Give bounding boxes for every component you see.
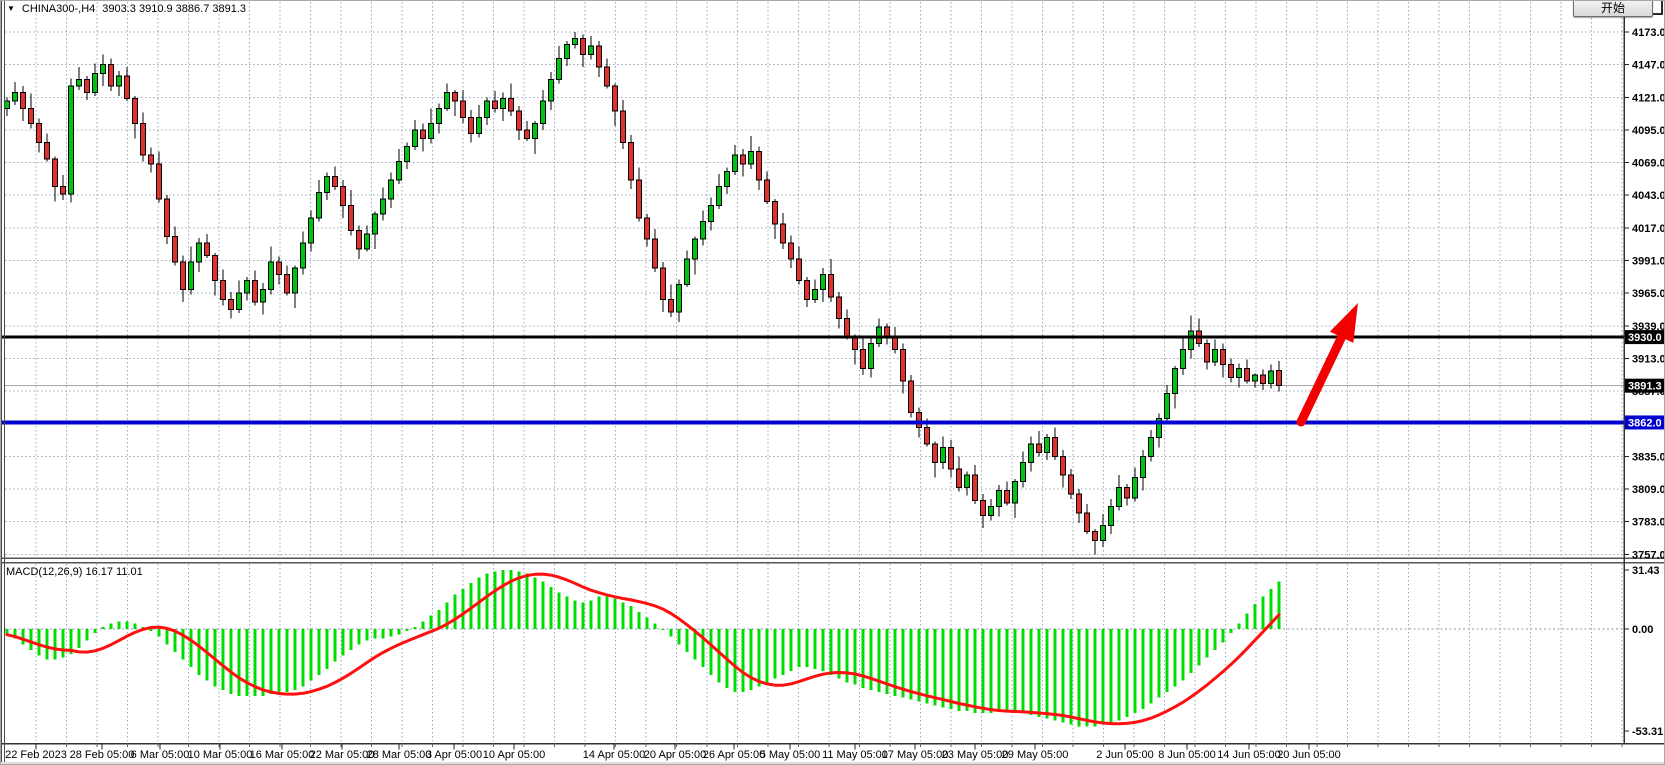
svg-text:3783.0: 3783.0 [1632, 517, 1665, 529]
svg-text:3757.0: 3757.0 [1632, 549, 1665, 561]
svg-text:3862.0: 3862.0 [1628, 417, 1662, 429]
start-button[interactable]: 开始 [1573, 0, 1653, 17]
svg-text:4147.0: 4147.0 [1632, 60, 1665, 72]
svg-text:14 Apr 05:00: 14 Apr 05:00 [583, 749, 645, 761]
svg-text:10 Mar 05:00: 10 Mar 05:00 [188, 749, 253, 761]
svg-text:4095.0: 4095.0 [1632, 125, 1665, 137]
svg-text:4069.0: 4069.0 [1632, 158, 1665, 170]
svg-text:-53.31: -53.31 [1632, 726, 1663, 738]
svg-text:3965.0: 3965.0 [1632, 288, 1665, 300]
chart-title-bar: ▼ CHINA300-,H4 3903.3 3910.9 3886.7 3891… [7, 3, 246, 15]
mt4-chart-window: 4173.0 4147.0 4121.0 4095.0 4069.0 4043.0 4017… [0, 0, 1665, 765]
bid-price-label: 3891.3 [1625, 379, 1665, 393]
chart-ohlc-values: 3903.3 3910.9 3886.7 3891.3 [102, 3, 246, 15]
time-axis[interactable]: 22 Feb 202328 Feb 05:006 Mar 05:0010 Mar… [5, 744, 1622, 762]
svg-text:4173.0: 4173.0 [1632, 27, 1665, 39]
svg-text:29 May 05:00: 29 May 05:00 [1002, 749, 1069, 761]
svg-text:23 May 05:00: 23 May 05:00 [942, 749, 1009, 761]
svg-text:3891.3: 3891.3 [1628, 381, 1662, 393]
macd-histogram [6, 570, 1281, 727]
svg-text:14 Jun 05:00: 14 Jun 05:00 [1217, 749, 1281, 761]
svg-text:4017.0: 4017.0 [1632, 223, 1665, 235]
svg-text:3913.0: 3913.0 [1632, 353, 1665, 365]
svg-text:5 May 05:00: 5 May 05:00 [760, 749, 821, 761]
svg-text:22 Feb 2023: 22 Feb 2023 [5, 749, 67, 761]
svg-text:28 Mar 05:00: 28 Mar 05:00 [367, 749, 432, 761]
svg-text:31.43: 31.43 [1632, 565, 1660, 577]
svg-text:28 Feb 05:00: 28 Feb 05:00 [70, 749, 135, 761]
symbol-dropdown-icon[interactable]: ▼ [7, 4, 15, 14]
pane-borders [1, 1, 1665, 765]
hline-price-label-3862: 3862.0 [1625, 415, 1665, 429]
svg-text:3809.0: 3809.0 [1632, 484, 1665, 496]
hline-price-label-3930: 3930.0 [1625, 330, 1665, 344]
chart-canvas[interactable]: 4173.0 4147.0 4121.0 4095.0 4069.0 4043.0 4017… [1, 1, 1665, 765]
svg-text:11 May 05:00: 11 May 05:00 [822, 749, 888, 761]
svg-text:2 Jun 05:00: 2 Jun 05:00 [1096, 749, 1154, 761]
svg-text:3991.0: 3991.0 [1632, 256, 1665, 268]
svg-text:4121.0: 4121.0 [1632, 92, 1665, 104]
svg-text:3930.0: 3930.0 [1628, 332, 1662, 344]
svg-text:3835.0: 3835.0 [1632, 451, 1665, 463]
trend-arrow[interactable] [1301, 303, 1358, 422]
chart-symbol-label: CHINA300-,H4 [22, 3, 95, 15]
svg-text:20 Apr 05:00: 20 Apr 05:00 [644, 749, 706, 761]
svg-text:3 Apr 05:00: 3 Apr 05:00 [426, 749, 482, 761]
svg-text:6 Mar 05:00: 6 Mar 05:00 [131, 749, 190, 761]
svg-text:17 May 05:00: 17 May 05:00 [882, 749, 949, 761]
svg-text:10 Apr 05:00: 10 Apr 05:00 [483, 749, 545, 761]
svg-text:20 Jun 05:00: 20 Jun 05:00 [1277, 749, 1341, 761]
svg-text:0.00: 0.00 [1632, 624, 1653, 636]
svg-text:4043.0: 4043.0 [1632, 190, 1665, 202]
macd-indicator-label: MACD(12,26,9) 16.17 11.01 [6, 566, 143, 578]
svg-text:8 Jun 05:00: 8 Jun 05:00 [1158, 749, 1216, 761]
svg-text:16 Mar 05:00: 16 Mar 05:00 [250, 749, 315, 761]
svg-text:26 Apr 05:00: 26 Apr 05:00 [703, 749, 765, 761]
svg-text:22 Mar 05:00: 22 Mar 05:00 [310, 749, 375, 761]
